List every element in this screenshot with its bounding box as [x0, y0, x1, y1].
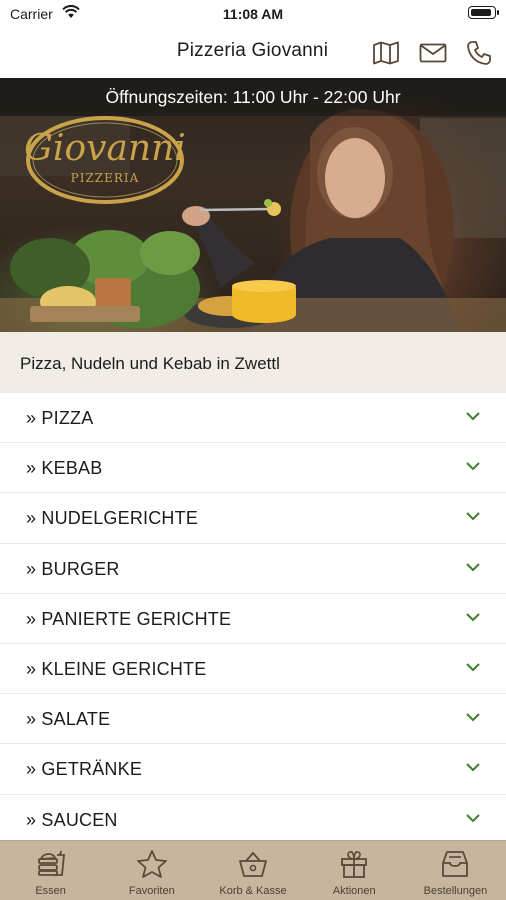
logo-subtext: PIZZERIA	[71, 171, 140, 185]
tab-bestellungen[interactable]: Bestellungen	[405, 841, 506, 900]
tab-label: Favoriten	[128, 885, 175, 897]
hero-image: Giovanni PIZZERIA	[0, 109, 506, 332]
star-icon	[135, 847, 169, 881]
category-salate[interactable]: » SALATE	[0, 694, 506, 745]
food-icon	[34, 847, 68, 881]
mail-icon[interactable]	[418, 40, 448, 66]
category-kleine-gerichte[interactable]: » KLEINE GERICHTE	[0, 644, 506, 695]
phone-icon[interactable]	[464, 40, 494, 66]
tab-favoriten[interactable]: Favoriten	[101, 841, 202, 900]
chevron-down-icon	[466, 562, 480, 571]
tab-label: Korb & Kasse	[219, 885, 287, 897]
tab-bar: Essen Favoriten Korb & Kasse Aktionen Be…	[0, 840, 506, 900]
gift-icon	[337, 847, 371, 881]
category-label: » SALATE	[26, 709, 111, 730]
page-title: Pizzeria Giovanni	[176, 40, 329, 61]
map-icon[interactable]	[371, 40, 401, 66]
tab-label: Essen	[35, 885, 66, 897]
category-panierte-gerichte[interactable]: » PANIERTE GERICHTE	[0, 594, 506, 644]
category-nudelgerichte[interactable]: » NUDELGERICHTE	[0, 493, 506, 544]
category-label: » SAUCEN	[26, 809, 118, 830]
status-time: 11:08 AM	[222, 6, 284, 22]
basket-icon	[236, 847, 270, 881]
chevron-down-icon	[466, 412, 480, 421]
chevron-down-icon	[466, 613, 480, 622]
category-getraenke[interactable]: » GETRÄNKE	[0, 744, 506, 795]
chevron-down-icon	[466, 763, 480, 772]
chevron-down-icon	[466, 813, 480, 822]
category-label: » KLEINE GERICHTE	[26, 658, 207, 679]
tab-aktionen[interactable]: Aktionen	[304, 841, 405, 900]
category-label: » PIZZA	[26, 408, 94, 428]
category-burger[interactable]: » BURGER	[0, 544, 506, 594]
category-saucen[interactable]: » SAUCEN	[0, 795, 506, 845]
tab-essen[interactable]: Essen	[0, 841, 101, 900]
tab-label: Aktionen	[332, 885, 376, 897]
category-label: » KEBAB	[26, 458, 103, 479]
navigation-bar: Pizzeria Giovanni	[0, 30, 506, 78]
category-kebab[interactable]: » KEBAB	[0, 443, 506, 494]
category-label: » NUDELGERICHTE	[26, 508, 199, 529]
category-list: » PIZZA » KEBAB » NUDELGERICHTE » BURGER…	[0, 393, 506, 845]
battery-icon	[468, 6, 499, 19]
chevron-down-icon	[466, 462, 480, 471]
category-label: » PANIERTE GERICHTE	[26, 608, 232, 629]
category-pizza[interactable]: » PIZZA	[0, 393, 506, 444]
status-bar: Carrier 11:08 AM	[0, 0, 506, 30]
inbox-icon	[438, 847, 472, 881]
subtitle-band: Pizza, Nudeln und Kebab in Zwettl	[0, 332, 506, 393]
logo-text: Giovanni	[24, 128, 186, 169]
restaurant-subtitle: Pizza, Nudeln und Kebab in Zwettl	[20, 354, 280, 373]
tab-label: Bestellungen	[423, 885, 488, 897]
category-label: » BURGER	[26, 558, 120, 579]
hero-banner: Giovanni PIZZERIA Öffnungszeiten: 11:00 …	[0, 78, 506, 332]
opening-hours: Öffnungszeiten: 11:00 Uhr - 22:00 Uhr	[0, 78, 506, 116]
tab-korb-kasse[interactable]: Korb & Kasse	[202, 841, 303, 900]
chevron-down-icon	[466, 663, 480, 672]
chevron-down-icon	[466, 512, 480, 521]
chevron-down-icon	[466, 713, 480, 722]
category-label: » GETRÄNKE	[26, 759, 143, 780]
